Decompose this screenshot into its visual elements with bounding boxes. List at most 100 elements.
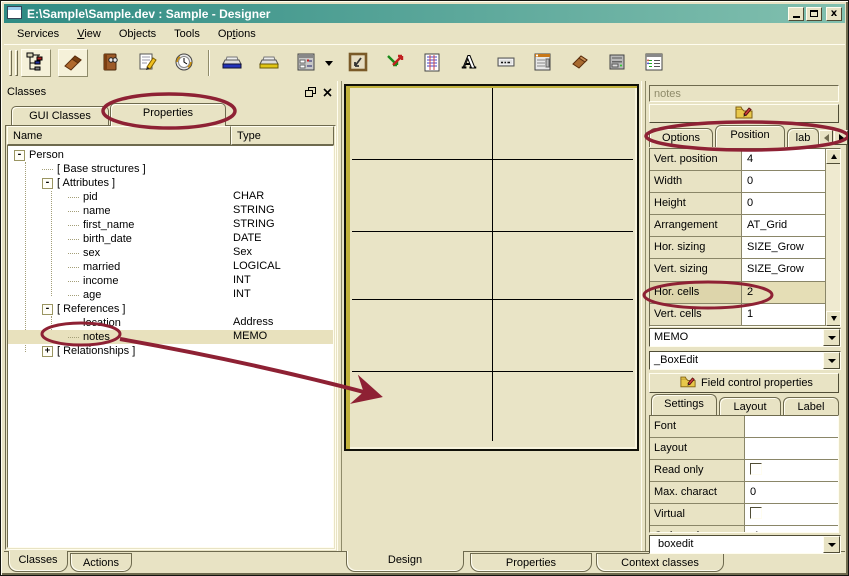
minimize-button[interactable] — [788, 7, 804, 21]
property-value[interactable]: 0 — [742, 193, 825, 214]
property-value[interactable]: 0 — [742, 171, 825, 192]
property-value[interactable]: SIZE_Grow — [742, 259, 825, 280]
toolbar-button-drive-yellow-icon[interactable] — [254, 49, 284, 77]
property-row-vert-sizing[interactable]: Vert. sizingSIZE_Grow — [650, 259, 825, 281]
toolbar-button-edit-document-icon[interactable] — [132, 49, 162, 77]
property-row-layout[interactable]: Layout — [650, 438, 838, 460]
toolbar-button-editbox-icon[interactable] — [491, 49, 521, 77]
tab-settings[interactable]: Settings — [651, 394, 717, 415]
property-value[interactable] — [745, 460, 838, 481]
tree-item-pid[interactable]: pidCHAR — [8, 190, 333, 204]
property-value[interactable]: 4 — [742, 149, 825, 170]
tree-item-person[interactable]: -Person — [8, 148, 333, 162]
toolbar-button-chisel-icon[interactable] — [58, 49, 88, 77]
collapse-icon[interactable]: - — [42, 178, 53, 189]
tree-item-first-name[interactable]: first_nameSTRING — [8, 218, 333, 232]
field-properties-button[interactable] — [649, 104, 839, 123]
toolbar-dropdown-button[interactable] — [322, 49, 336, 77]
toolbar-button-font-a-icon[interactable]: A — [454, 49, 484, 77]
property-row-vert-position[interactable]: Vert. position4 — [650, 149, 825, 171]
checkbox-virtual[interactable] — [750, 507, 762, 519]
tree-item-married[interactable]: marriedLOGICAL — [8, 260, 333, 274]
combo-dropdown-button[interactable] — [823, 352, 840, 369]
combo-dropdown-button[interactable] — [823, 536, 840, 553]
property-value[interactable] — [745, 504, 838, 525]
menu-options[interactable]: Options — [209, 26, 265, 42]
column-header-type[interactable]: Type — [231, 126, 334, 145]
menu-services[interactable]: Services — [8, 26, 68, 42]
property-value[interactable]: 0 — [745, 482, 838, 503]
toolbar-grip[interactable] — [15, 50, 18, 76]
property-row-vert-cells[interactable]: Vert. cells1 — [650, 304, 825, 326]
tree-item-birth-date[interactable]: birth_dateDATE — [8, 232, 333, 246]
tab-layout[interactable]: Layout — [719, 397, 781, 415]
tree-item-base-structures[interactable]: [ Base structures ] — [8, 162, 333, 176]
collapse-icon[interactable]: - — [14, 150, 25, 161]
property-value[interactable]: 1 — [742, 304, 825, 325]
toolbar-button-book-icon[interactable] — [95, 49, 125, 77]
tab-gui-classes[interactable]: GUI Classes — [11, 106, 109, 126]
toolbar-button-hierarchy-icon[interactable] — [21, 49, 51, 77]
property-row-hor-cells[interactable]: Hor. cells2 — [650, 282, 825, 304]
toolbar-button-list-window-icon[interactable] — [639, 49, 669, 77]
property-row-read-only[interactable]: Read only — [650, 460, 838, 482]
close-panel-button[interactable] — [320, 86, 335, 99]
tree-item-notes[interactable]: notesMEMO — [8, 330, 333, 344]
tab-options[interactable]: Options — [649, 128, 713, 147]
combo-dropdown-button[interactable] — [823, 329, 840, 346]
tab-label-truncated[interactable]: lab — [787, 128, 819, 147]
property-grid-scrollbar[interactable] — [825, 149, 840, 326]
control-name-combo[interactable]: boxedit — [649, 535, 841, 554]
tab-context-classes[interactable]: Context classes — [596, 553, 724, 572]
close-button[interactable]: x — [826, 7, 842, 21]
tree-item-references[interactable]: -[ References ] — [8, 302, 333, 316]
tab-position[interactable]: Position — [715, 125, 785, 147]
expand-icon[interactable]: + — [42, 346, 53, 357]
field-type-combo[interactable]: MEMO — [649, 328, 841, 347]
tab-actions[interactable]: Actions — [70, 553, 132, 572]
toolbar-button-framed-arrow-icon[interactable] — [343, 49, 373, 77]
property-value[interactable]: SIZE_Grow — [742, 237, 825, 258]
toolbar-button-form-list-icon[interactable] — [291, 49, 321, 77]
property-value[interactable] — [745, 438, 838, 459]
column-header-name[interactable]: Name — [7, 126, 231, 145]
left-splitter[interactable] — [337, 81, 342, 551]
tab-properties[interactable]: Properties — [110, 103, 226, 126]
collapse-icon[interactable]: - — [42, 304, 53, 315]
toolbar-button-swap-arrows-icon[interactable] — [380, 49, 410, 77]
property-row-height[interactable]: Height0 — [650, 193, 825, 215]
tree-item-sex[interactable]: sexSex — [8, 246, 333, 260]
control-class-combo[interactable]: _BoxEdit — [649, 351, 841, 370]
tab-properties-center[interactable]: Properties — [470, 553, 592, 572]
property-value[interactable] — [745, 416, 838, 437]
property-value[interactable]: 2 — [742, 282, 825, 303]
menu-view[interactable]: View — [68, 26, 110, 42]
toolbar-button-eraser-icon[interactable] — [565, 49, 595, 77]
property-value[interactable]: -1 — [745, 526, 838, 533]
maximize-button[interactable] — [806, 7, 822, 21]
property-row-max-charact[interactable]: Max. charact0 — [650, 482, 838, 504]
property-row-font[interactable]: Font — [650, 416, 838, 438]
toolbar-button-report-icon[interactable] — [417, 49, 447, 77]
toolbar-button-server-icon[interactable] — [602, 49, 632, 77]
tree-item-location[interactable]: locationAddress — [8, 316, 333, 330]
toolbar-grip[interactable] — [9, 50, 12, 76]
property-row-arrangement[interactable]: ArrangementAT_Grid — [650, 215, 825, 237]
float-panel-button[interactable] — [303, 86, 318, 99]
tab-scroll-right-button[interactable] — [834, 130, 848, 145]
menu-objects[interactable]: Objects — [110, 26, 165, 42]
tab-scroll-left-button[interactable] — [819, 130, 833, 145]
toolbar-button-drive-blue-icon[interactable] — [217, 49, 247, 77]
tree-item-income[interactable]: incomeINT — [8, 274, 333, 288]
tree-item-name[interactable]: nameSTRING — [8, 204, 333, 218]
classes-panel-header[interactable]: Classes — [7, 83, 335, 101]
property-row-virtual[interactable]: Virtual — [650, 504, 838, 526]
toolbar-button-clock-icon[interactable] — [169, 49, 199, 77]
right-splitter[interactable] — [641, 81, 646, 551]
scroll-up-button[interactable] — [826, 149, 841, 164]
selected-field-box[interactable]: notes — [649, 85, 839, 102]
design-form-canvas[interactable] — [344, 84, 639, 451]
tab-design[interactable]: Design — [346, 551, 464, 572]
toolbar-button-form-window-icon[interactable] — [528, 49, 558, 77]
tree-item-relationships[interactable]: +[ Relationships ] — [8, 344, 333, 358]
